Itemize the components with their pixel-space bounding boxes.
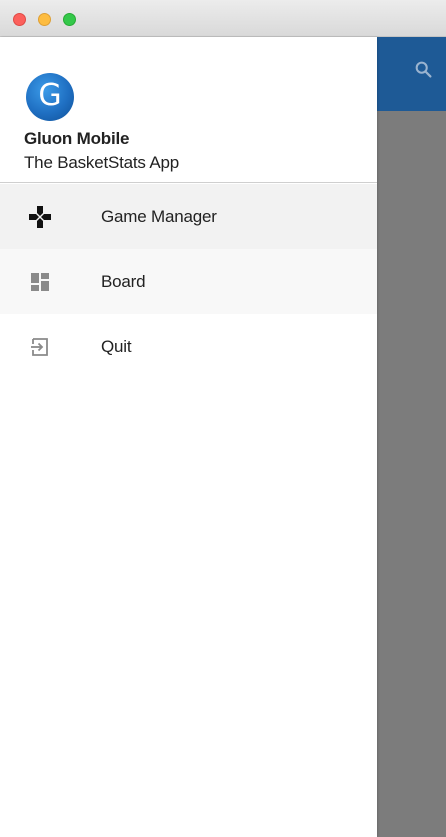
menu-item-label: Board: [101, 271, 146, 291]
drawer-menu: Game Manager Board Quit: [0, 184, 377, 379]
app-bar: [377, 37, 446, 111]
window-close-button[interactable]: [13, 13, 26, 26]
window-titlebar: [0, 0, 446, 37]
gamepad-icon: [26, 203, 54, 231]
window-zoom-button[interactable]: [63, 13, 76, 26]
header-subtitle: The BasketStats App: [24, 153, 179, 172]
menu-item-game-manager[interactable]: Game Manager: [0, 184, 377, 249]
navigation-drawer: G Gluon Mobile The BasketStats App Game …: [0, 37, 377, 837]
dashboard-icon: [26, 268, 54, 296]
gluon-logo: G: [26, 73, 74, 121]
menu-item-label: Game Manager: [101, 206, 217, 226]
search-icon[interactable]: [413, 59, 435, 81]
header-title: Gluon Mobile: [24, 129, 130, 148]
logo-letter: G: [38, 78, 62, 113]
window-minimize-button[interactable]: [38, 13, 51, 26]
menu-item-label: Quit: [101, 336, 132, 356]
exit-icon: [26, 333, 54, 361]
drawer-header: G Gluon Mobile The BasketStats App: [0, 37, 377, 183]
menu-item-board[interactable]: Board: [0, 249, 377, 314]
app-content-scrim[interactable]: [377, 37, 446, 837]
menu-item-quit[interactable]: Quit: [0, 314, 377, 379]
